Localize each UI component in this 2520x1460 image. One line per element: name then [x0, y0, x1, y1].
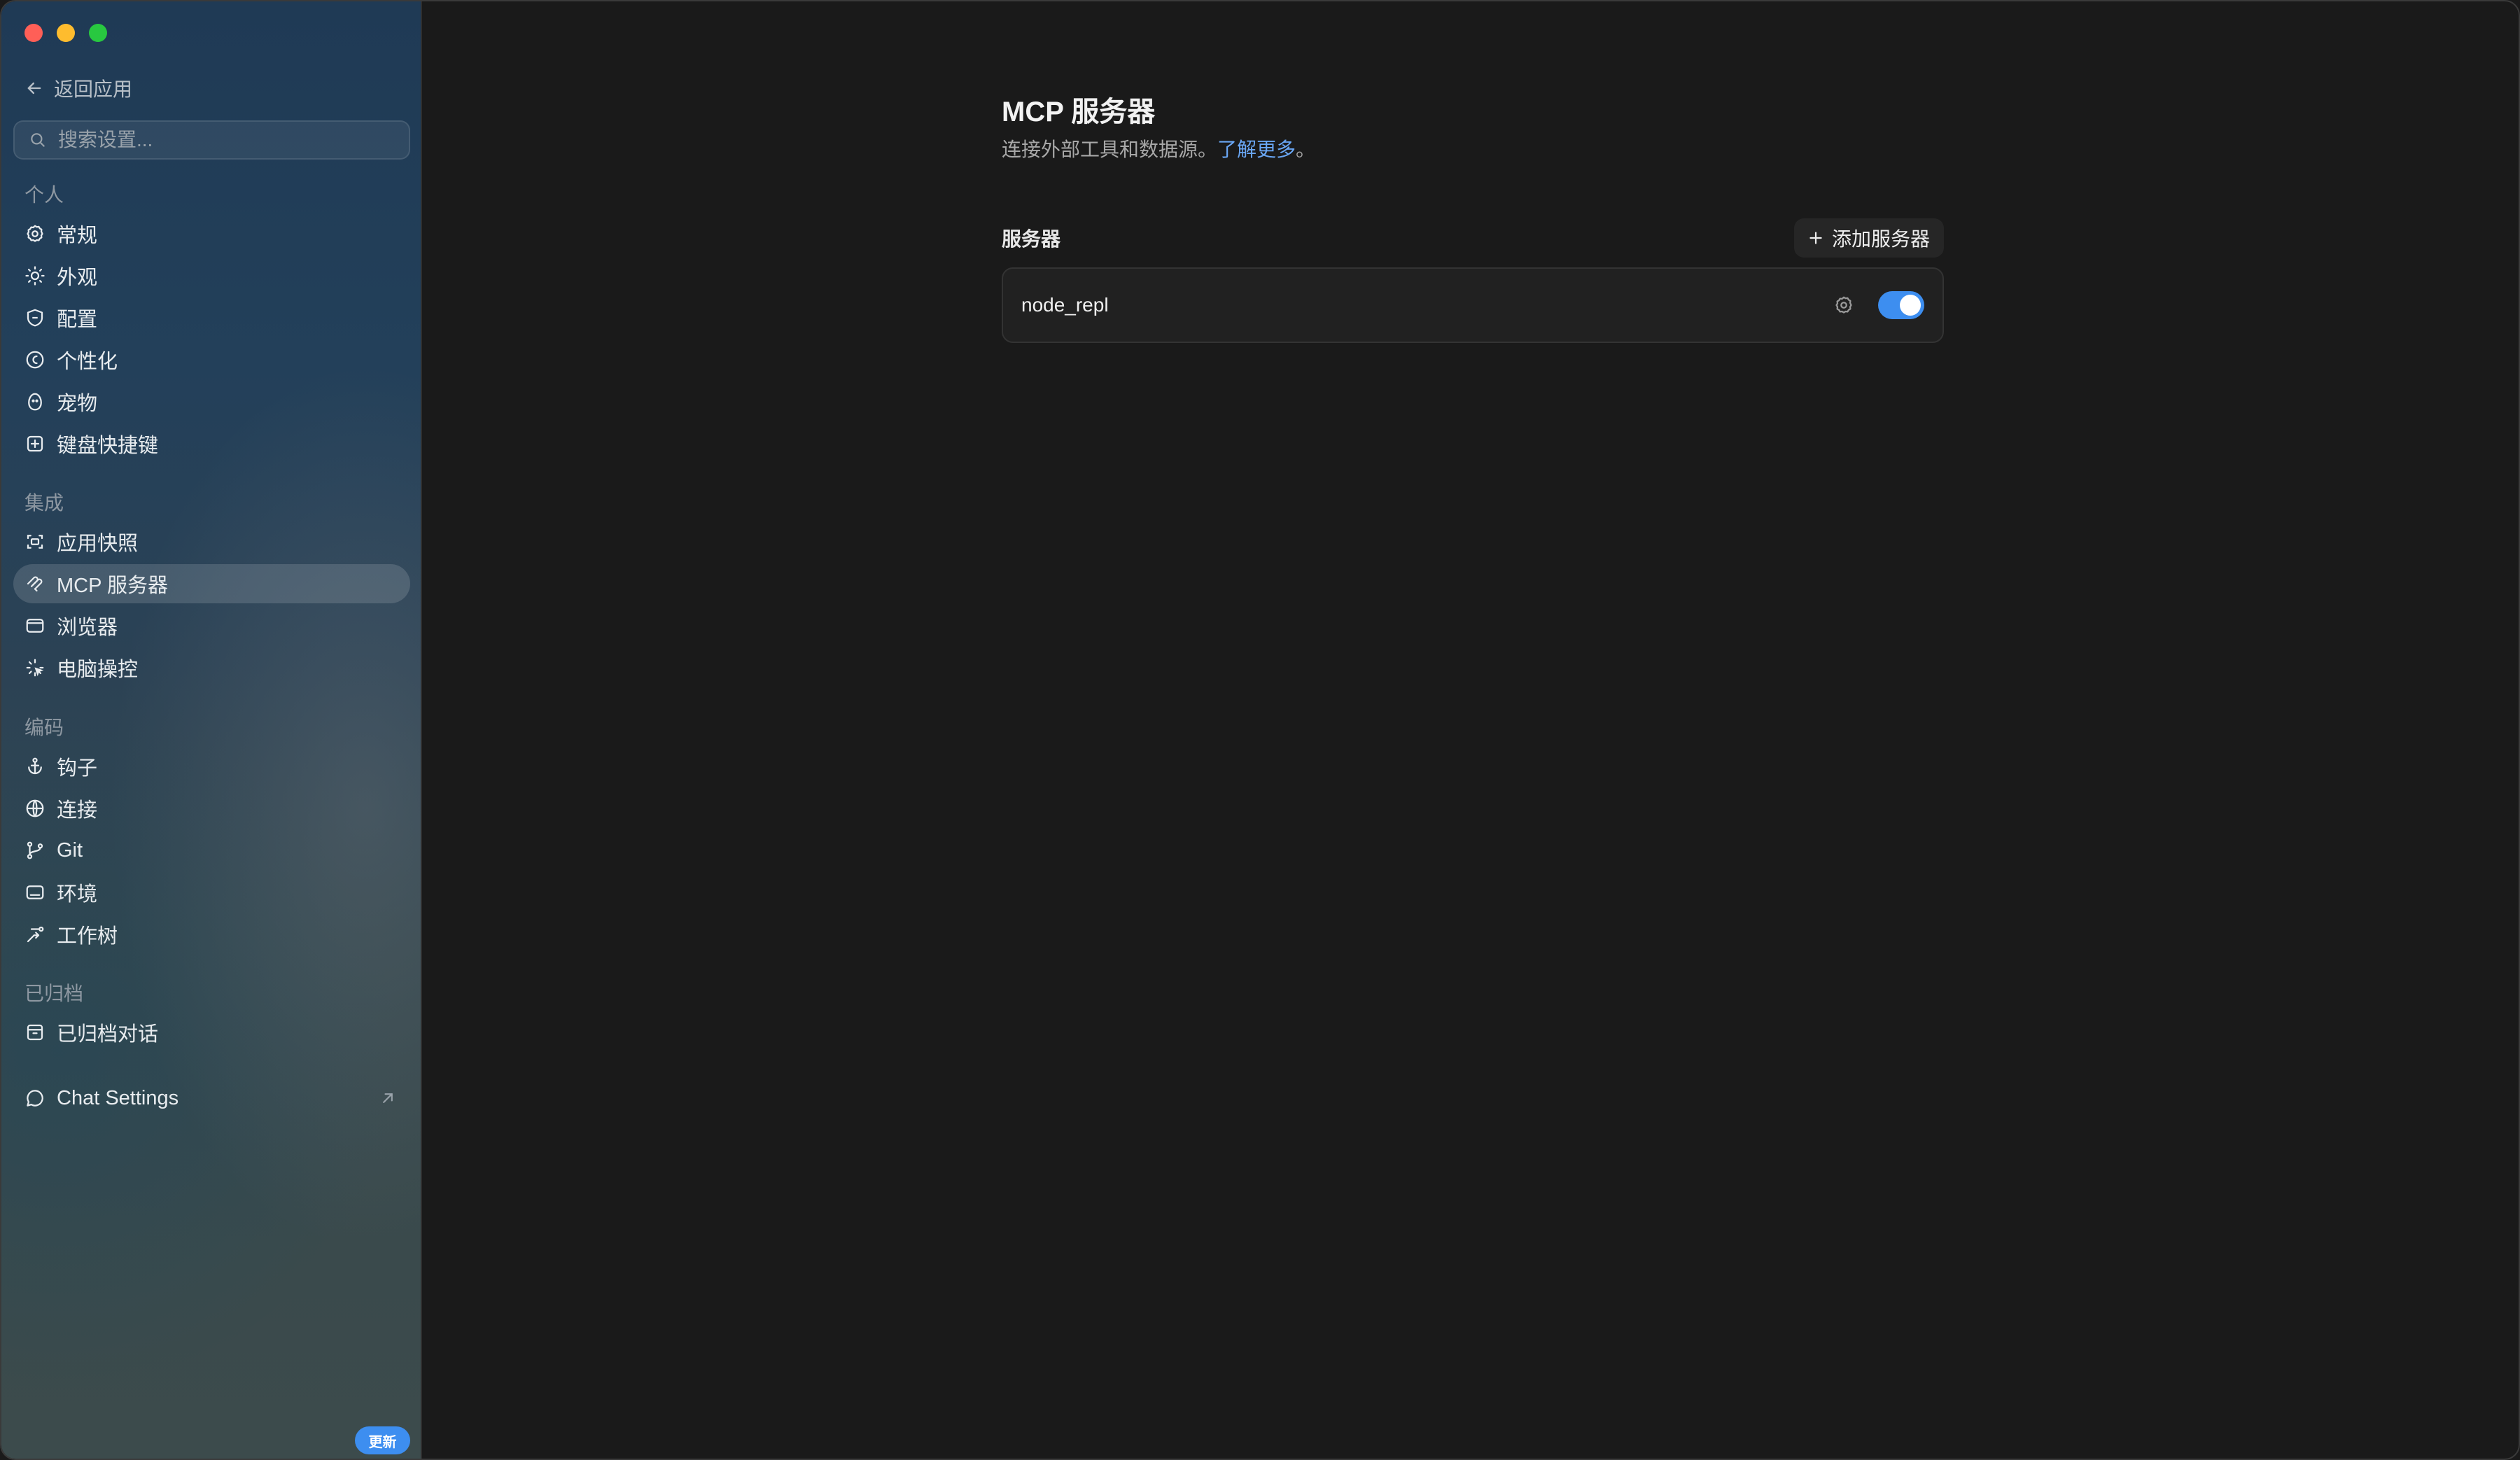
sidebar-item-label: 应用快照 [57, 533, 139, 555]
sidebar-item-label: 浏览器 [57, 617, 118, 639]
section-label: 集成 [24, 492, 64, 514]
anchor-icon [28, 757, 42, 775]
sidebar-item-label: 个性化 [57, 351, 118, 373]
add-server-label: 添加服务器 [1831, 228, 1930, 250]
sidebar-item-browser[interactable]: 浏览器 [13, 606, 410, 645]
mcp-servers-page: MCP 服务器 连接外部工具和数据源。了解更多。 服务器 添加服务器 node_… [1002, 92, 1944, 343]
window-controls [24, 24, 107, 42]
terminal-icon [26, 885, 44, 899]
sidebar-item-label: 电脑操控 [57, 659, 139, 681]
page-title: MCP 服务器 [1002, 97, 1156, 127]
archive-icon [27, 1024, 43, 1041]
search-input[interactable] [57, 128, 393, 152]
sidebar-item-configuration[interactable]: 配置 [13, 298, 410, 337]
external-link-icon [383, 1093, 393, 1103]
learn-more-link[interactable]: 了解更多 [1217, 139, 1296, 160]
back-to-app-label: 返回应用 [54, 78, 133, 100]
toggle-knob [1900, 295, 1921, 316]
section-label: 编码 [24, 717, 64, 738]
sidebar-item-appearance[interactable]: 外观 [13, 256, 410, 295]
sidebar-item-connections[interactable]: 连接 [13, 789, 410, 828]
sidebar-item-pet[interactable]: 宠物 [13, 382, 410, 421]
sidebar-item-worktree[interactable]: 工作树 [13, 915, 410, 954]
server-row: node_repl [1002, 267, 1944, 343]
sidebar-item-chat-settings[interactable]: Chat Settings [13, 1079, 410, 1118]
sidebar-item-keyboard-shortcuts[interactable]: 键盘快捷键 [13, 424, 410, 463]
git-branch-icon [27, 841, 43, 859]
server-settings-button[interactable] [1833, 295, 1854, 316]
settings-main: MCP 服务器 连接外部工具和数据源。了解更多。 服务器 添加服务器 node_… [424, 1, 2519, 1459]
sidebar-item-git[interactable]: Git [13, 831, 410, 870]
add-server-button[interactable]: 添加服务器 [1793, 218, 1944, 258]
sidebar-item-label: 外观 [57, 267, 98, 289]
page-subtitle-text: 连接外部工具和数据源。 [1002, 139, 1218, 160]
worktree-icon [27, 926, 44, 943]
shield-icon [27, 309, 43, 327]
sidebar-item-label: 工作树 [57, 925, 118, 948]
page-subtitle: 连接外部工具和数据源。了解更多。 [1002, 136, 1944, 164]
browser-icon [26, 619, 44, 633]
sidebar-item-label: Chat Settings [57, 1086, 179, 1109]
sidebar-item-label: MCP 服务器 [57, 575, 168, 597]
update-badge[interactable]: 更新 [355, 1426, 410, 1454]
back-to-app-link[interactable]: 返回应用 [24, 74, 132, 102]
sidebar-item-app-snapshot[interactable]: 应用快照 [13, 522, 410, 561]
settings-search[interactable] [13, 120, 410, 160]
sidebar-item-label: 已归档对话 [57, 1023, 159, 1046]
page-subtitle-end: 。 [1296, 139, 1316, 160]
sidebar-item-general[interactable]: 常规 [13, 214, 410, 253]
gear-icon [27, 225, 43, 242]
snapshot-icon [27, 535, 43, 549]
sidebar-item-computer-control[interactable]: 电脑操控 [13, 648, 410, 687]
nav-section-personal: 个人 常规 外观 配置 个性化 宠物 键盘快捷键 [13, 181, 410, 466]
server-name: node_repl [1021, 294, 1109, 316]
search-icon [31, 133, 45, 147]
sidebar-item-mcp-servers[interactable]: MCP 服务器 [13, 564, 410, 603]
servers-header: 服务器 添加服务器 [1002, 218, 1944, 258]
sidebar-item-label: Git [57, 838, 83, 862]
app-window: 返回应用 个人 常规 外观 配置 个性化 [0, 0, 2520, 1460]
sidebar-item-personalization[interactable]: 个性化 [13, 340, 410, 379]
sidebar-item-label: 连接 [57, 799, 98, 822]
sidebar-item-label: 配置 [57, 309, 98, 331]
nav-section-archived: 已归档 已归档对话 [13, 979, 410, 1055]
chat-bubble-icon [27, 1090, 43, 1107]
keyboard-shortcut-icon [27, 435, 43, 452]
sidebar-item-label: 环境 [57, 883, 98, 906]
server-enabled-toggle[interactable] [1878, 291, 1924, 319]
close-window-button[interactable] [24, 24, 43, 42]
server-actions [1833, 291, 1924, 319]
pet-icon [28, 393, 42, 411]
computer-control-icon [26, 659, 44, 677]
nav-section-coding: 编码 钩子 连接 Git 环境 工作树 [13, 713, 410, 957]
zoom-window-button[interactable] [89, 24, 107, 42]
sidebar-item-label: 键盘快捷键 [57, 435, 159, 457]
globe-icon [26, 799, 44, 817]
minimize-window-button[interactable] [57, 24, 75, 42]
sun-icon [25, 266, 45, 286]
arrow-left-icon [27, 82, 41, 94]
sidebar-item-label: 钩子 [57, 757, 98, 780]
sidebar-item-label: 宠物 [57, 393, 98, 415]
persona-icon [26, 351, 44, 369]
sidebar-item-hooks[interactable]: 钩子 [13, 747, 410, 786]
section-label: 已归档 [24, 983, 84, 1004]
servers-section-label: 服务器 [1002, 228, 1061, 250]
sidebar-item-environment[interactable]: 环境 [13, 873, 410, 912]
settings-sidebar: 返回应用 个人 常规 外观 配置 个性化 [1, 1, 422, 1459]
gear-icon [1835, 296, 1852, 314]
plus-icon [1809, 232, 1822, 244]
nav-section-integrations: 集成 应用快照 MCP 服务器 浏览器 电脑操控 [13, 489, 410, 690]
nav-section-external: Chat Settings [13, 1079, 410, 1121]
mcp-icon [27, 576, 43, 592]
section-label: 个人 [24, 184, 64, 206]
sidebar-item-archived-chats[interactable]: 已归档对话 [13, 1013, 410, 1052]
sidebar-item-label: 常规 [57, 225, 98, 247]
